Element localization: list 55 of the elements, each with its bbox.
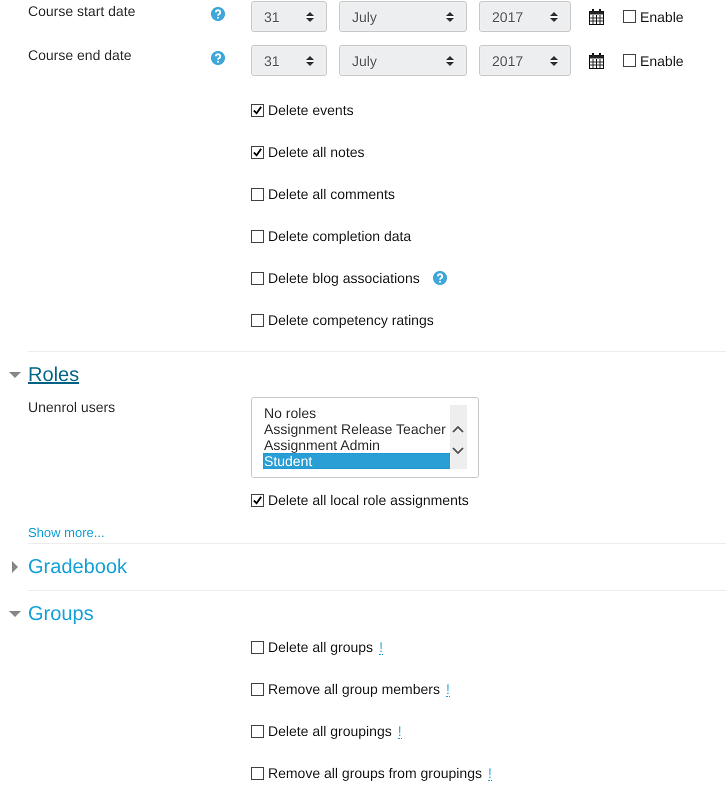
sort-caret-icon bbox=[306, 54, 314, 66]
checkbox-label: Enable bbox=[640, 8, 684, 24]
checkbox[interactable] bbox=[251, 494, 264, 506]
checkbox-label: Delete completion data bbox=[268, 228, 412, 244]
checkbox-label: Delete competency ratings bbox=[268, 312, 434, 328]
help-icon[interactable] bbox=[211, 51, 225, 65]
calendar-icon[interactable] bbox=[589, 8, 604, 24]
list-option[interactable]: No roles bbox=[263, 405, 450, 421]
list-option[interactable]: Assignment Admin bbox=[263, 437, 450, 453]
calendar-icon[interactable] bbox=[589, 52, 604, 68]
checkbox[interactable] bbox=[251, 640, 264, 654]
sort-caret-icon bbox=[446, 10, 454, 22]
collapse-icon[interactable] bbox=[9, 369, 21, 381]
day-select[interactable]: 31 bbox=[251, 45, 327, 76]
checkbox-label: Enable bbox=[640, 52, 684, 68]
checkbox[interactable] bbox=[251, 230, 264, 242]
checkbox-label: Remove all groups from groupings bbox=[268, 765, 482, 781]
sort-caret-icon bbox=[550, 54, 558, 66]
checkbox[interactable] bbox=[251, 104, 264, 116]
checkbox[interactable] bbox=[251, 146, 264, 158]
field-label: Course start date bbox=[28, 2, 136, 21]
checkbox[interactable] bbox=[251, 724, 264, 738]
checkbox-label: Delete blog associations bbox=[268, 270, 420, 286]
checkbox[interactable] bbox=[251, 682, 264, 696]
day-select[interactable]: 31 bbox=[251, 1, 327, 32]
checkbox-label: Delete all groupings bbox=[268, 723, 392, 739]
checkbox-label: Delete all local role assignments bbox=[268, 492, 469, 508]
list-option[interactable]: Assignment Release Teacher bbox=[263, 421, 450, 437]
help-icon[interactable] bbox=[211, 7, 225, 21]
checkbox-label: Remove all group members bbox=[268, 681, 440, 697]
field-label: Course end date bbox=[28, 46, 133, 65]
checkbox-label: Delete all groups bbox=[268, 639, 374, 655]
checkbox[interactable] bbox=[251, 272, 264, 284]
checkbox-label: Delete events bbox=[268, 102, 354, 118]
checkbox[interactable] bbox=[251, 766, 264, 780]
checkbox-label: Delete all notes bbox=[268, 144, 365, 160]
expand-icon[interactable] bbox=[9, 561, 21, 573]
checkbox[interactable] bbox=[251, 188, 264, 200]
year-select[interactable]: 2017 bbox=[479, 1, 571, 32]
scrollbar[interactable] bbox=[450, 405, 467, 469]
sort-caret-icon bbox=[446, 54, 454, 66]
month-select[interactable]: July bbox=[339, 1, 467, 32]
field-label: Unenrol users bbox=[28, 398, 116, 417]
checkbox-label: Delete all comments bbox=[268, 186, 395, 202]
collapse-icon[interactable] bbox=[9, 608, 21, 620]
sort-caret-icon bbox=[550, 10, 558, 22]
sort-caret-icon bbox=[306, 10, 314, 22]
section-heading[interactable]: Roles bbox=[28, 363, 80, 387]
month-select[interactable]: July bbox=[339, 45, 467, 76]
help-icon[interactable] bbox=[432, 271, 447, 285]
enable-checkbox[interactable] bbox=[623, 54, 636, 67]
year-select[interactable]: 2017 bbox=[479, 45, 571, 76]
checkbox[interactable] bbox=[251, 314, 264, 326]
roles-listbox[interactable]: No roles Assignment Release Teacher Assignment Admin Student bbox=[251, 397, 479, 478]
enable-checkbox[interactable] bbox=[623, 10, 636, 23]
